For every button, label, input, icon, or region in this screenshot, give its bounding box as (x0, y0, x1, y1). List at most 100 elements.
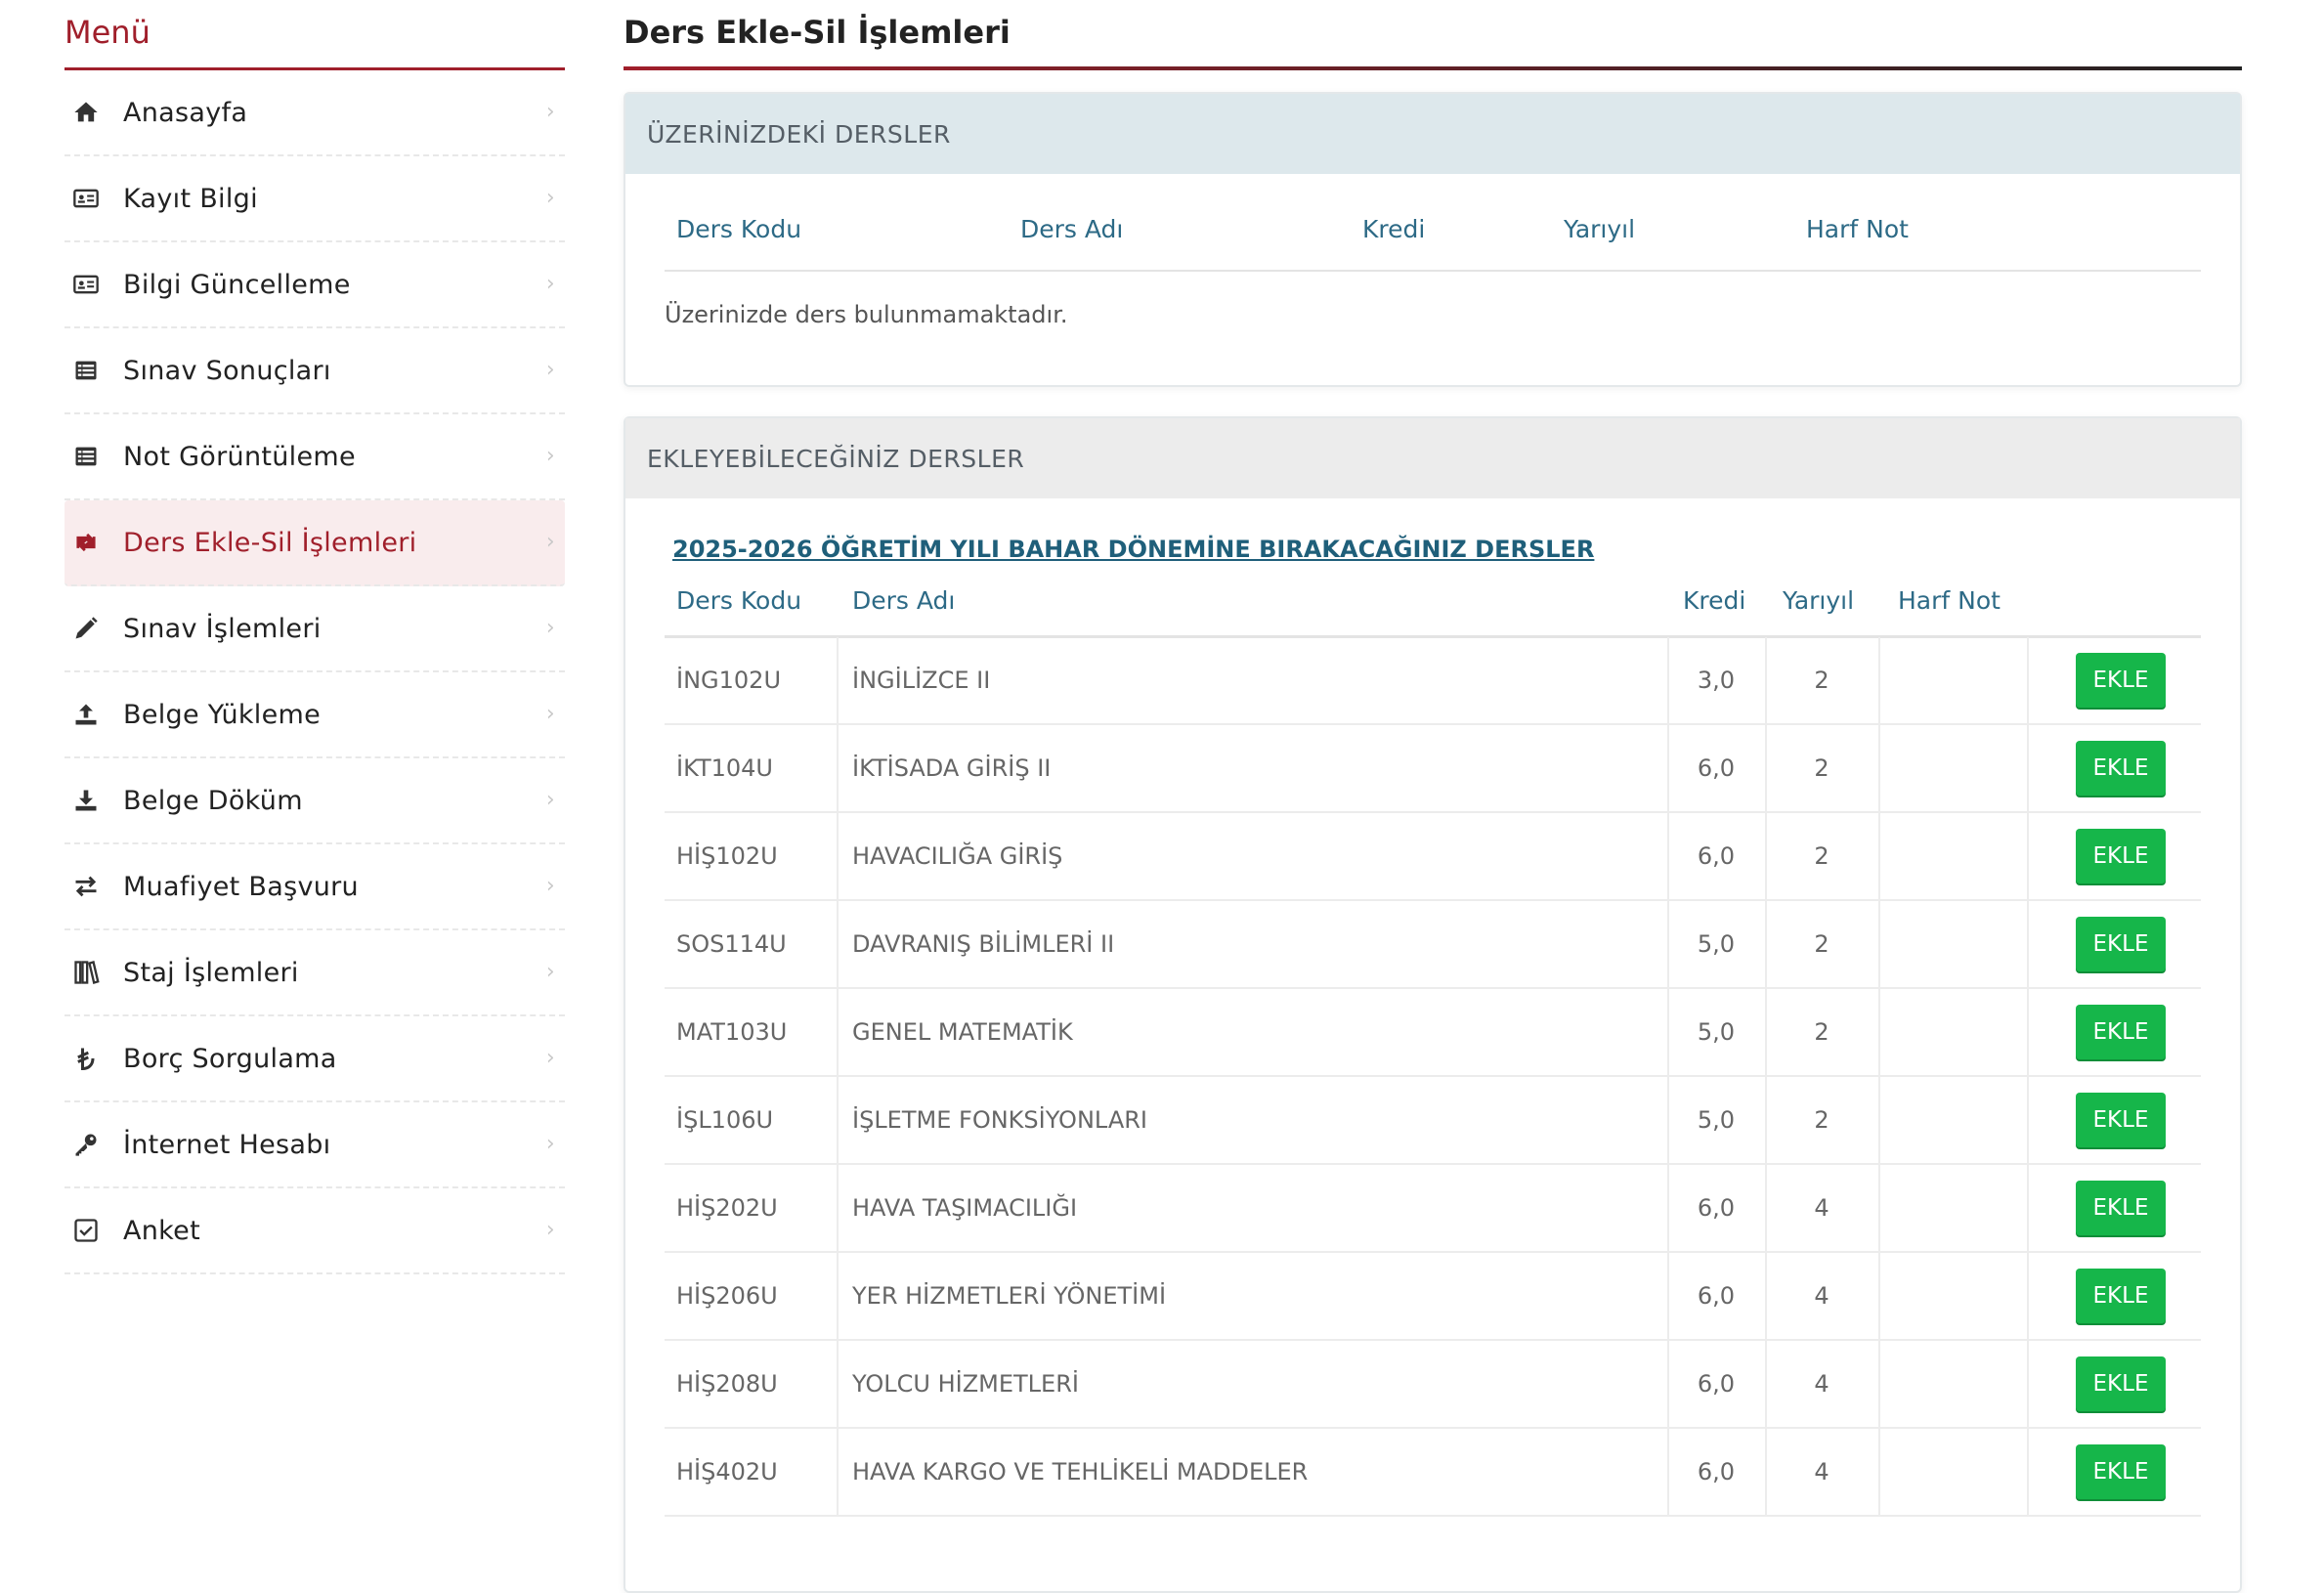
divider (1878, 637, 1880, 723)
course-code: MAT103U (676, 1018, 788, 1046)
course-semester: 2 (1814, 754, 1829, 782)
divider (837, 1429, 839, 1515)
divider (2027, 1077, 2029, 1163)
divider (837, 813, 839, 899)
course-credit: 5,0 (1697, 1018, 1736, 1046)
divider (1878, 813, 1880, 899)
home-icon (72, 99, 109, 126)
course-name: İKTİSADA GİRİŞ II (852, 754, 1052, 782)
chevron-right-icon: › (545, 702, 555, 726)
chevron-right-icon: › (545, 874, 555, 898)
sidebar-item-10[interactable]: Muafiyet Başvuru › (65, 844, 565, 930)
available-courses-table-header: Ders Kodu Ders Adı Kredi Yarıyıl Harf No… (665, 579, 2201, 638)
course-semester: 2 (1814, 1018, 1829, 1046)
sidebar-item-3[interactable]: Bilgi Güncelleme › (65, 242, 565, 328)
chevron-right-icon: › (545, 1218, 555, 1242)
column-grade: Harf Not (1806, 215, 1909, 243)
sidebar-item-13[interactable]: İnternet Hesabı › (65, 1102, 565, 1188)
add-course-button[interactable]: EKLE (2076, 741, 2166, 796)
course-semester: 2 (1814, 1106, 1829, 1134)
course-name: HAVA KARGO VE TEHLİKELİ MADDELER (852, 1458, 1309, 1485)
sidebar-item-9[interactable]: Belge Döküm › (65, 758, 565, 844)
chevron-right-icon: › (545, 1132, 555, 1156)
course-credit: 3,0 (1697, 667, 1736, 694)
sidebar-item-6[interactable]: Ders Ekle-Sil İşlemleri › (65, 500, 565, 586)
chevron-right-icon: › (545, 186, 555, 210)
books-icon (72, 959, 109, 986)
column-code: Ders Kodu (676, 215, 802, 243)
term-courses-link[interactable]: 2025-2026 ÖĞRETİM YILI BAHAR DÖNEMİNE BI… (672, 536, 1594, 563)
sidebar-item-14[interactable]: Anket › (65, 1188, 565, 1274)
sidebar-item-11[interactable]: Staj İşlemleri › (65, 930, 565, 1016)
course-credit: 6,0 (1697, 1282, 1736, 1310)
key-icon (72, 1131, 109, 1158)
sidebar-item-label: Belge Döküm (123, 785, 303, 816)
sidebar-item-label: Muafiyet Başvuru (123, 871, 359, 902)
divider (1878, 1077, 1880, 1163)
table-row: HİŞ202U HAVA TAŞIMACILIĞI 6,0 4 EKLE (665, 1165, 2201, 1253)
sidebar-item-label: Not Görüntüleme (123, 441, 356, 472)
current-courses-panel: ÜZERİNİZDEKİ DERSLER Ders Kodu Ders Adı … (624, 92, 2242, 387)
column-name: Ders Adı (852, 586, 956, 615)
course-credit: 6,0 (1697, 842, 1736, 870)
chevron-right-icon: › (545, 616, 555, 640)
divider (2027, 1253, 2029, 1339)
menu-title: Menü (65, 0, 565, 70)
course-name: GENEL MATEMATİK (852, 1018, 1073, 1046)
table-row: İNG102U İNGİLİZCE II 3,0 2 EKLE (665, 637, 2201, 725)
sidebar-item-12[interactable]: Borç Sorgulama › (65, 1016, 565, 1102)
sidebar-item-2[interactable]: Kayıt Bilgi › (65, 156, 565, 242)
divider (837, 725, 839, 811)
divider (837, 1165, 839, 1251)
add-course-button[interactable]: EKLE (2076, 1269, 2166, 1323)
list-icon (72, 443, 109, 470)
column-credit: Kredi (1683, 586, 1746, 615)
upload-icon (72, 701, 109, 728)
add-course-button[interactable]: EKLE (2076, 1181, 2166, 1235)
table-row: HİŞ402U HAVA KARGO VE TEHLİKELİ MADDELER 6… (665, 1429, 2201, 1517)
course-code: SOS114U (676, 930, 787, 958)
course-code: İŞL106U (676, 1106, 774, 1134)
sidebar-item-7[interactable]: Sınav İşlemleri › (65, 586, 565, 672)
add-course-button[interactable]: EKLE (2076, 917, 2166, 971)
column-grade: Harf Not (1898, 586, 2001, 615)
course-credit: 6,0 (1697, 754, 1736, 782)
course-name: HAVACILIĞA GİRİŞ (852, 842, 1063, 870)
course-credit: 5,0 (1697, 930, 1736, 958)
sidebar-item-1[interactable]: Anasayfa › (65, 70, 565, 156)
sidebar-item-5[interactable]: Not Görüntüleme › (65, 414, 565, 500)
id-card-icon (72, 185, 109, 212)
sidebar-item-label: Ders Ekle-Sil İşlemleri (123, 527, 417, 558)
course-semester: 4 (1814, 1458, 1829, 1485)
sidebar-item-label: Bilgi Güncelleme (123, 269, 351, 300)
sidebar-item-8[interactable]: Belge Yükleme › (65, 672, 565, 758)
sidebar-item-label: Anket (123, 1215, 200, 1246)
divider (837, 989, 839, 1075)
sidebar-item-label: Borç Sorgulama (123, 1043, 337, 1074)
table-row: HİŞ102U HAVACILIĞA GİRİŞ 6,0 2 EKLE (665, 813, 2201, 901)
divider (2027, 901, 2029, 987)
add-course-button[interactable]: EKLE (2076, 1093, 2166, 1147)
course-name: DAVRANIŞ BİLİMLERİ II (852, 930, 1115, 958)
column-name: Ders Adı (1020, 215, 1124, 243)
divider (2027, 989, 2029, 1075)
add-course-button[interactable]: EKLE (2076, 1356, 2166, 1411)
course-credit: 5,0 (1697, 1106, 1736, 1134)
table-row: İKT104U İKTİSADA GİRİŞ II 6,0 2 EKLE (665, 725, 2201, 813)
list-icon (72, 357, 109, 384)
divider (2027, 1341, 2029, 1427)
add-course-button[interactable]: EKLE (2076, 829, 2166, 883)
add-course-button[interactable]: EKLE (2076, 1444, 2166, 1499)
course-code: HİŞ102U (676, 842, 778, 870)
add-course-button[interactable]: EKLE (2076, 1005, 2166, 1059)
sidebar-item-label: Anasayfa (123, 97, 248, 128)
empty-message: Üzerinizde ders bulunmamaktadır. (665, 301, 1068, 328)
sidebar-item-label: Kayıt Bilgi (123, 183, 258, 214)
add-course-button[interactable]: EKLE (2076, 653, 2166, 708)
sidebar-item-4[interactable]: Sınav Sonuçları › (65, 328, 565, 414)
chevron-right-icon: › (545, 358, 555, 382)
course-code: HİŞ202U (676, 1194, 778, 1222)
course-credit: 6,0 (1697, 1194, 1736, 1222)
divider (1878, 901, 1880, 987)
course-code: İKT104U (676, 754, 773, 782)
